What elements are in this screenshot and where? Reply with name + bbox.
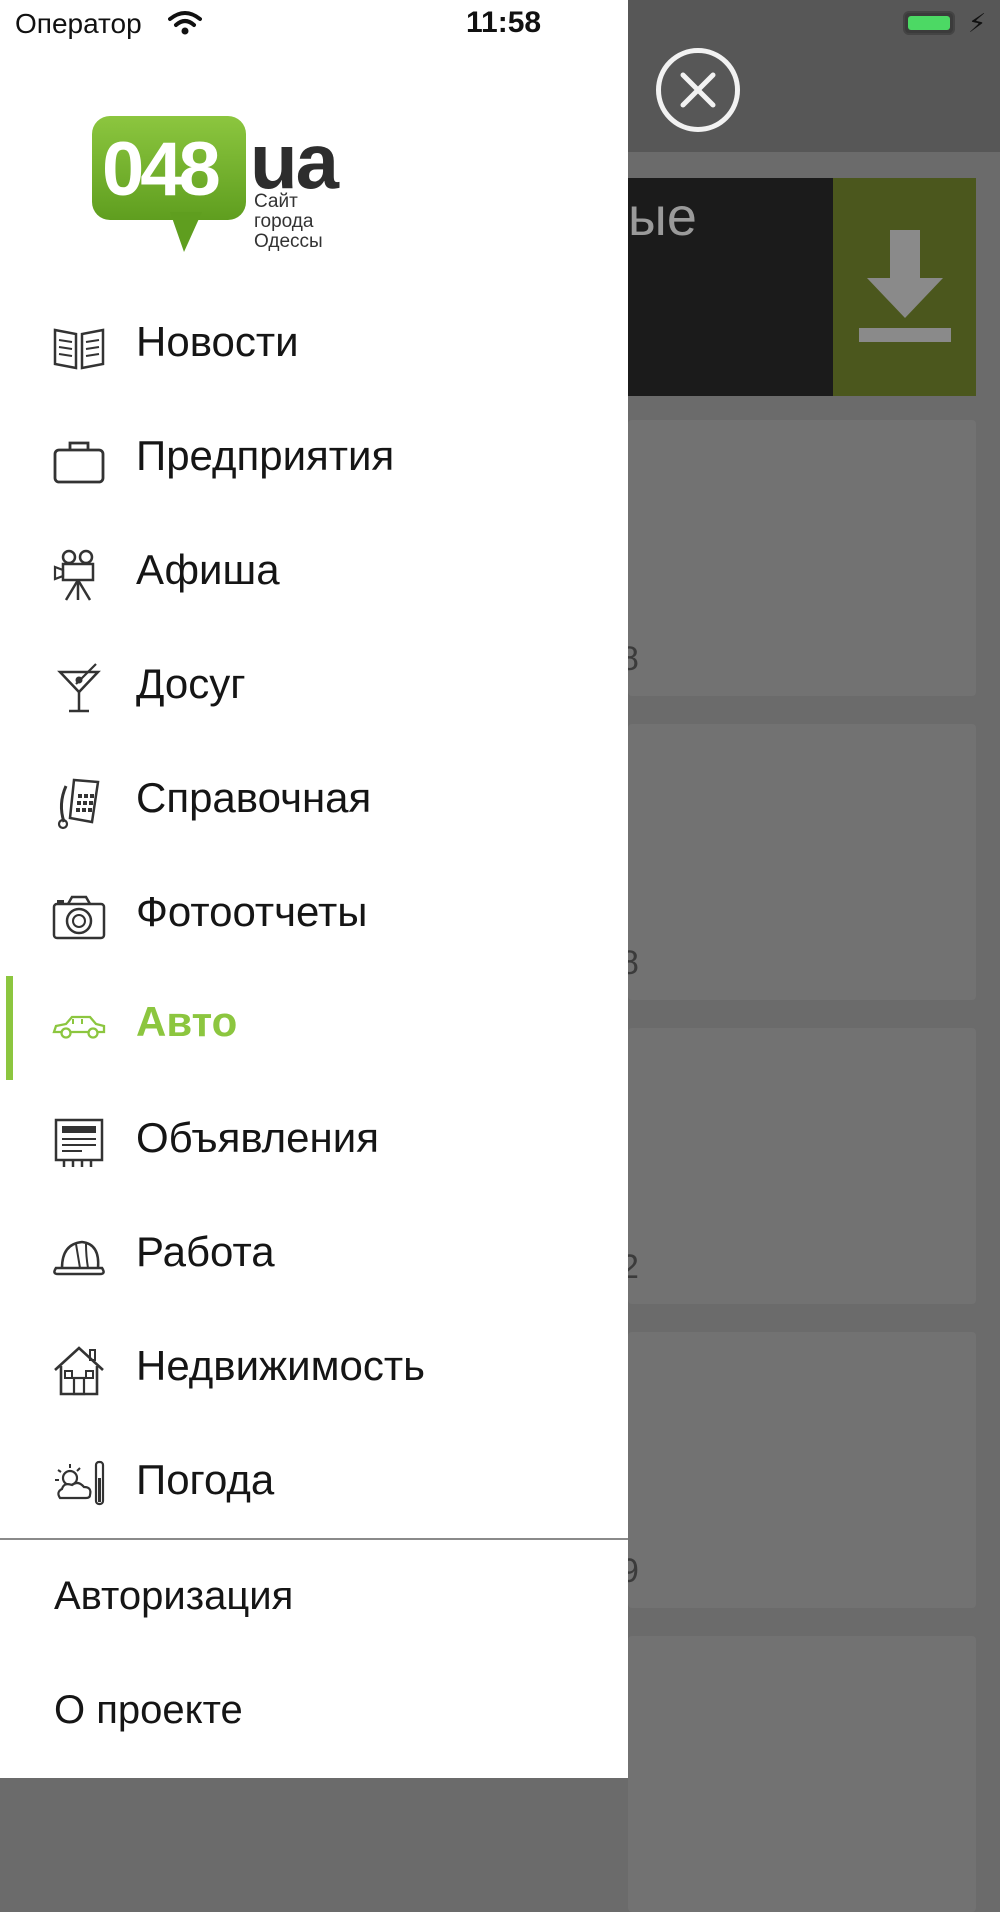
hardhat-icon xyxy=(53,1240,105,1276)
car-icon xyxy=(52,1015,106,1039)
menu-item-directory[interactable]: Справочная xyxy=(0,752,628,852)
logo-tagline-line1: Сайт города xyxy=(254,191,314,232)
logo-bubble-tail xyxy=(170,212,202,252)
menu-item-companies[interactable]: Предприятия xyxy=(0,410,628,510)
menu-item-jobs[interactable]: Работа xyxy=(0,1206,628,1306)
menu-item-news[interactable]: Новости xyxy=(0,296,628,396)
close-icon xyxy=(680,72,716,108)
menu-item-classifieds[interactable]: Объявления xyxy=(0,1092,628,1192)
menu-item-leisure[interactable]: Досуг xyxy=(0,638,628,738)
weather-icon xyxy=(55,1460,105,1506)
menu-item-label: Фотоотчеты xyxy=(136,888,368,935)
menu-item-weather[interactable]: Погода xyxy=(0,1434,628,1534)
menu-item-label: Справочная xyxy=(136,774,372,821)
background-banner-text: ые xyxy=(628,187,697,247)
background-card xyxy=(628,1028,976,1304)
menu-item-auto[interactable]: Авто xyxy=(0,976,628,1080)
background-card xyxy=(628,1636,976,1912)
phone-icon xyxy=(57,778,100,830)
active-indicator xyxy=(6,976,13,1080)
navigation-drawer: Оператор 11:58 048 ua Сайт города Одессы xyxy=(0,0,628,1778)
cocktail-icon xyxy=(57,663,101,713)
wifi-icon xyxy=(168,11,202,35)
camera-icon xyxy=(52,895,106,940)
background-card xyxy=(628,1332,976,1608)
menu-item-real-estate[interactable]: Недвижимость xyxy=(0,1320,628,1420)
menu-item-afisha[interactable]: Афиша xyxy=(0,524,628,624)
menu-item-label: Афиша xyxy=(136,546,280,593)
menu-item-label: Новости xyxy=(136,318,299,365)
download-button[interactable] xyxy=(833,178,976,396)
menu-item-label: Недвижимость xyxy=(136,1342,425,1389)
site-logo[interactable]: 048 ua Сайт города Одессы xyxy=(92,116,362,256)
about-link[interactable]: О проекте xyxy=(54,1688,243,1733)
menu-item-label: Погода xyxy=(136,1456,275,1503)
newspaper-icon xyxy=(53,328,105,370)
briefcase-icon xyxy=(53,441,105,484)
classifieds-icon xyxy=(54,1118,104,1167)
menu-divider xyxy=(0,1538,628,1540)
logo-tagline: Сайт города Одессы xyxy=(254,192,362,252)
menu-item-label: Авто xyxy=(136,998,238,1045)
login-link[interactable]: Авторизация xyxy=(54,1574,293,1619)
menu-item-label: Объявления xyxy=(136,1114,379,1161)
status-time: 11:58 xyxy=(466,6,542,39)
download-icon xyxy=(859,230,951,342)
background-card xyxy=(628,420,976,696)
logo-number: 048 xyxy=(102,127,221,212)
menu-item-label: Предприятия xyxy=(136,432,395,479)
menu-item-label: Работа xyxy=(136,1228,275,1275)
logo-tagline-line2: Одессы xyxy=(254,231,323,252)
menu-item-photo-reports[interactable]: Фотоотчеты xyxy=(0,866,628,966)
menu-item-label: Досуг xyxy=(136,660,246,707)
close-menu-button[interactable] xyxy=(656,48,740,132)
house-icon xyxy=(54,1346,104,1396)
movie-camera-icon xyxy=(53,549,95,601)
background-card xyxy=(628,724,976,1000)
carrier-name: Оператор xyxy=(15,8,142,39)
status-bar: Оператор 11:58 xyxy=(0,0,1000,52)
